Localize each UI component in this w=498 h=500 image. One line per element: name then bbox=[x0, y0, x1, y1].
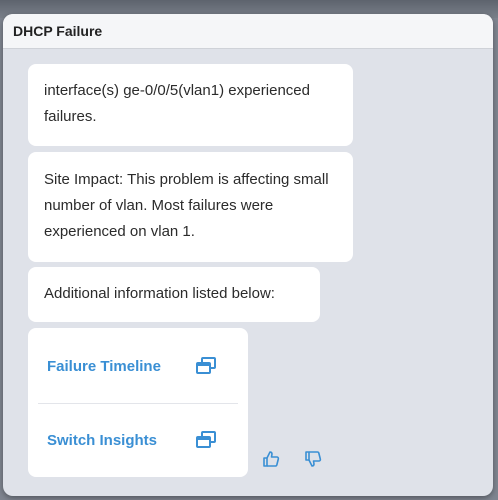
failure-timeline-link[interactable]: Failure Timeline bbox=[28, 346, 248, 386]
message-bubble-additional-info: Additional information listed below: bbox=[28, 267, 320, 322]
links-card: Failure Timeline Switch Insights bbox=[28, 328, 248, 477]
switch-insights-link[interactable]: Switch Insights bbox=[28, 420, 248, 460]
thumbs-up-icon[interactable] bbox=[262, 450, 280, 468]
open-window-icon[interactable] bbox=[196, 431, 216, 449]
message-bubble-interfaces: interface(s) ge-0/0/5(vlan1) experienced… bbox=[28, 64, 353, 146]
thumbs-down-icon[interactable] bbox=[304, 450, 322, 468]
failure-timeline-label[interactable]: Failure Timeline bbox=[47, 358, 161, 375]
message-bubble-site-impact: Site Impact: This problem is affecting s… bbox=[28, 152, 353, 262]
open-window-icon[interactable] bbox=[196, 357, 216, 375]
links-divider bbox=[38, 403, 238, 404]
panel-title: DHCP Failure bbox=[13, 23, 103, 39]
dhcp-failure-panel: DHCP Failure interface(s) ge-0/0/5(vlan1… bbox=[3, 14, 493, 496]
panel-header: DHCP Failure bbox=[3, 14, 493, 49]
switch-insights-label[interactable]: Switch Insights bbox=[47, 432, 157, 449]
